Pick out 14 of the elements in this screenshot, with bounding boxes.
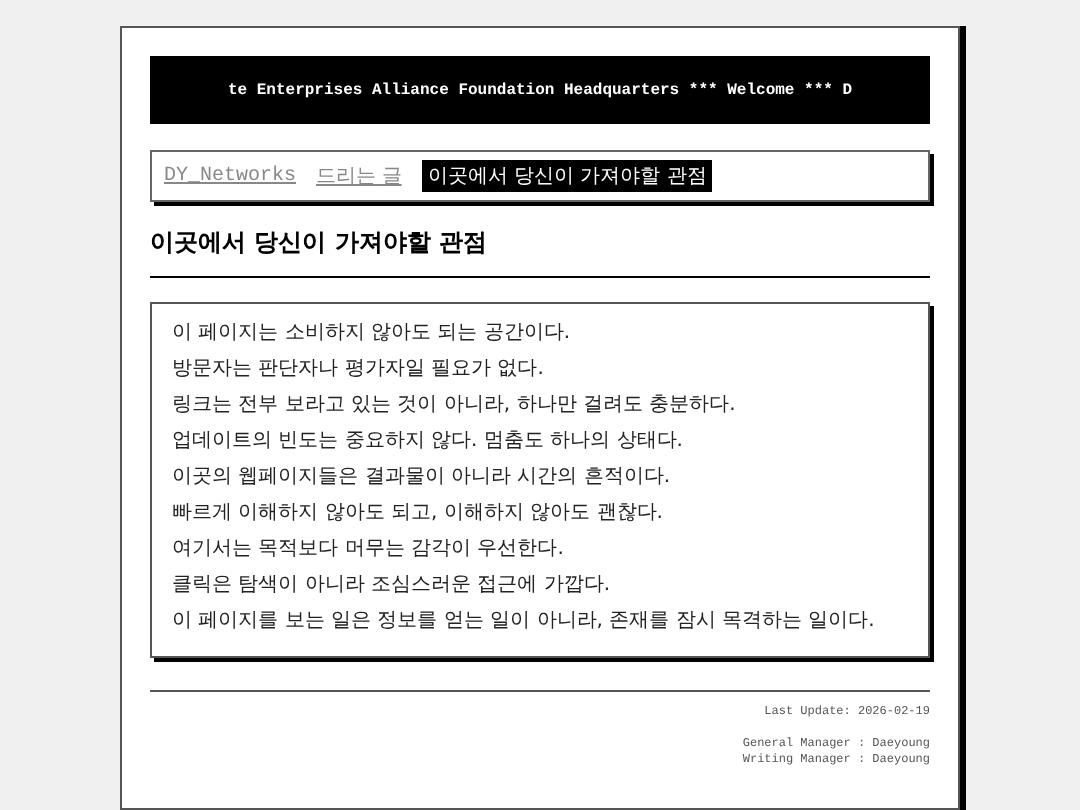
paragraph: 링크는 전부 보라고 있는 것이 아니라, 하나만 걸려도 충분하다. — [172, 392, 738, 418]
paragraph: 빠르게 이해하지 않아도 되고, 이해하지 않아도 괜찮다. — [172, 500, 665, 526]
paragraph: 이 페이지를 보는 일은 정보를 얻는 일이 아니라, 존재를 잠시 목격하는 일이다. — [172, 608, 877, 634]
paragraph: 여기서는 목적보다 머무는 감각이 우선한다. — [172, 536, 566, 562]
breadcrumb-link[interactable]: 드리는 글 — [316, 162, 402, 190]
breadcrumb-current: 이곳에서 당신이 가져야할 관점 — [421, 160, 713, 192]
breadcrumb-link[interactable]: DY_Networks — [164, 165, 297, 187]
marquee-text: te Enterprises Alliance Foundation Headquarters *** Welcome *** D — [227, 81, 853, 99]
page-title: 이곳에서 당신이 가져야할 관점 — [150, 226, 930, 278]
paragraph: 이 페이지는 소비하지 않아도 되는 공간이다. — [172, 320, 573, 346]
paragraph: 이곳의 웹페이지들은 결과물이 아니라 시간의 흔적이다. — [172, 464, 673, 490]
paragraph: 클릭은 탐색이 아니라 조심스러운 접근에 가깝다. — [172, 572, 613, 598]
paragraph: 업데이트의 빈도는 중요하지 않다. 멈춤도 하나의 상태다. — [172, 428, 685, 454]
paragraph: 방문자는 판단자나 평가자일 필요가 없다. — [172, 356, 546, 382]
